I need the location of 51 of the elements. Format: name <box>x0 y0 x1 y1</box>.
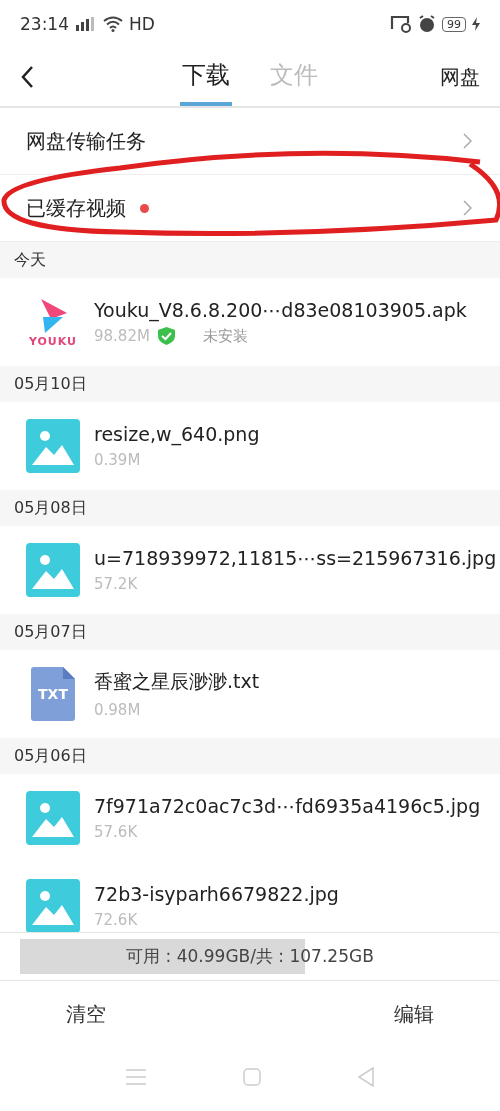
file-row[interactable]: u=718939972,11815⋯ss=215967316.jpg 57.2K <box>0 526 500 614</box>
file-row[interactable]: YOUKU Youku_V8.6.8.200⋯d83e08103905.apk 98.82M 未安装 <box>0 278 500 366</box>
file-size: 98.82M <box>94 327 150 345</box>
row-label: 已缓存视频 <box>26 194 126 222</box>
wifi-icon <box>103 16 123 32</box>
menu-row[interactable]: 网盘传输任务 <box>0 108 500 175</box>
logo-text: YOUKU <box>28 335 78 348</box>
file-row[interactable]: TXT 香蜜之星辰渺渺.txt 0.98M <box>0 650 500 738</box>
file-name: 7f971a72c0ac7c3d⋯fd6935a4196c5.jpg <box>94 795 481 817</box>
file-row[interactable]: 72b3-isyparh6679822.jpg 72.6K <box>0 862 500 932</box>
footer-button[interactable]: 编辑 <box>376 992 452 1036</box>
charging-icon <box>472 17 480 31</box>
battery-level: 99 <box>442 16 466 32</box>
file-size: 57.2K <box>94 575 138 593</box>
alarm-icon <box>418 15 436 33</box>
date-header: 05月06日 <box>0 738 500 774</box>
chevron-icon <box>463 133 472 149</box>
date-header: 05月10日 <box>0 366 500 402</box>
file-row[interactable]: 7f971a72c0ac7c3d⋯fd6935a4196c5.jpg 57.6K <box>0 774 500 862</box>
date-header: 05月07日 <box>0 614 500 650</box>
file-name: 72b3-isyparh6679822.jpg <box>94 883 339 905</box>
cast-icon <box>390 15 412 33</box>
image-file-icon <box>26 791 80 845</box>
file-size: 0.98M <box>94 701 141 719</box>
file-size: 72.6K <box>94 911 138 929</box>
chevron-icon <box>463 200 472 216</box>
network-label: HD <box>129 14 155 34</box>
image-file-icon <box>26 879 80 932</box>
file-name: resize,w_640.png <box>94 423 260 445</box>
file-row[interactable]: resize,w_640.png 0.39M <box>0 402 500 490</box>
back-nav-icon[interactable] <box>357 1067 375 1087</box>
file-name: Youku_V8.6.8.200⋯d83e08103905.apk <box>94 298 467 321</box>
clock: 23:14 <box>20 14 69 34</box>
menu-icon[interactable] <box>125 1068 147 1086</box>
storage-label: 可用 : 40.99GB/共 : 107.25GB <box>126 945 374 968</box>
home-icon[interactable] <box>243 1068 261 1086</box>
image-file-icon <box>26 543 80 597</box>
date-header: 05月08日 <box>0 490 500 526</box>
file-name: u=718939972,11815⋯ss=215967316.jpg <box>94 547 497 569</box>
signal-icon <box>75 16 97 32</box>
file-name: 香蜜之星辰渺渺.txt <box>94 669 260 694</box>
back-icon[interactable] <box>20 65 34 89</box>
install-status: 未安装 <box>202 326 248 346</box>
file-size: 0.39M <box>94 451 141 469</box>
image-file-icon <box>26 419 80 473</box>
file-size: 57.6K <box>94 823 138 841</box>
date-header: 今天 <box>0 242 500 278</box>
footer-button[interactable]: 清空 <box>48 992 124 1036</box>
cloud-drive-link[interactable]: 网盘 <box>440 63 480 91</box>
tab[interactable]: 下载 <box>180 48 232 106</box>
row-label: 网盘传输任务 <box>26 127 146 155</box>
